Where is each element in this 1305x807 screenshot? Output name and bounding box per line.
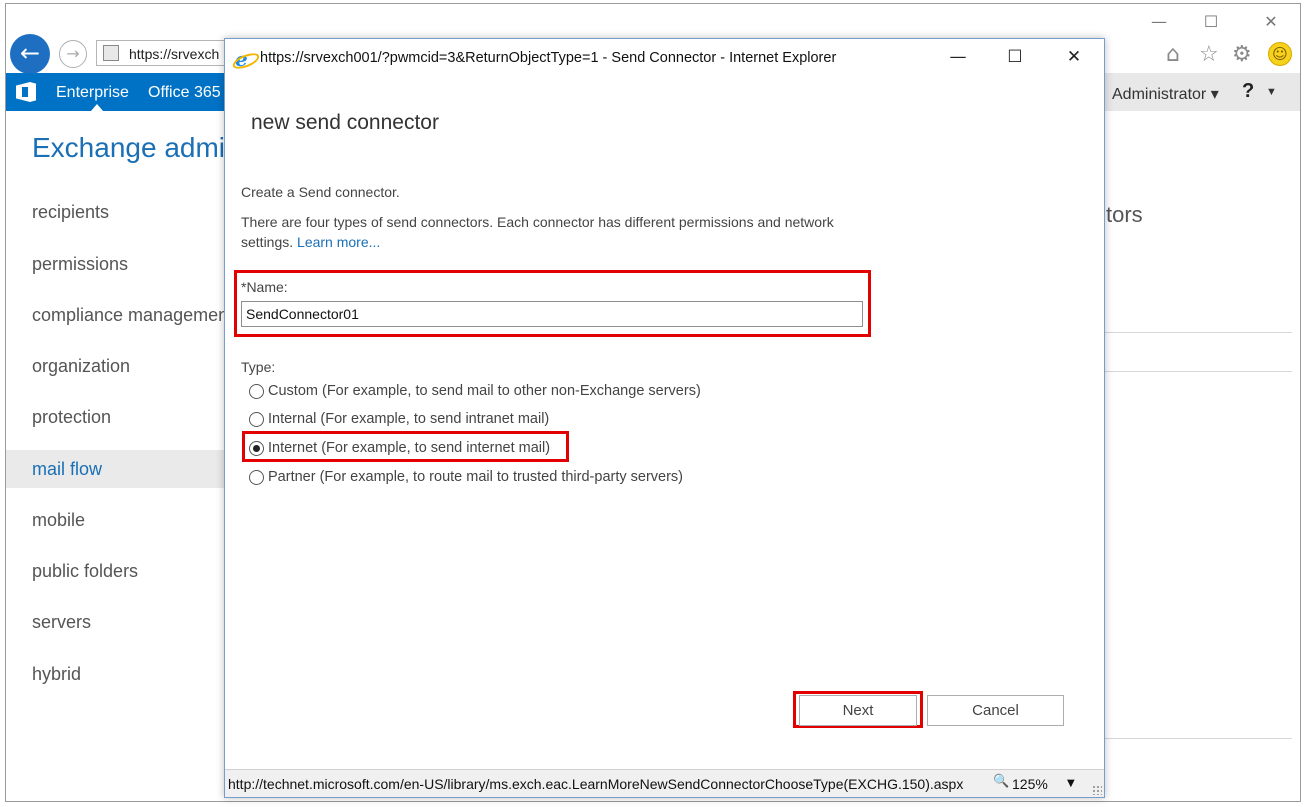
maximize-icon[interactable]: ☐ — [1196, 12, 1226, 31]
nav-item-protection[interactable]: protection — [6, 398, 226, 436]
nav-item-mobile[interactable]: mobile — [6, 501, 226, 539]
user-menu[interactable]: Administrator ▾ — [1112, 84, 1219, 104]
feedback-smiley-icon[interactable]: ☺ — [1268, 42, 1292, 66]
radio-label: Internet (For example, to send internet … — [268, 440, 551, 456]
office-logo-icon[interactable] — [16, 82, 36, 102]
radio-button[interactable] — [249, 384, 264, 399]
popup-titlebar: e https://srvexch001/?pwmcid=3&ReturnObj… — [225, 39, 1104, 77]
description-text: There are four types of send connectors.… — [241, 212, 841, 252]
zoom-level[interactable]: 125% — [1012, 776, 1048, 792]
resize-grip-icon[interactable] — [1092, 785, 1102, 795]
settings-gear-icon[interactable]: ⚙ — [1232, 42, 1252, 67]
nav-item-servers[interactable]: servers — [6, 603, 226, 641]
divider — [1104, 738, 1292, 739]
learn-more-link[interactable]: Learn more... — [297, 234, 380, 250]
suite-link-office365[interactable]: Office 365 — [148, 84, 221, 102]
divider — [1104, 371, 1292, 372]
dialog-heading: new send connector — [251, 111, 439, 134]
type-label: Type: — [241, 359, 276, 375]
minimize-icon[interactable]: — — [1144, 12, 1174, 31]
active-indicator-icon — [91, 104, 103, 111]
name-input[interactable] — [241, 301, 863, 327]
minimize-icon[interactable]: — — [943, 47, 973, 67]
nav-item-recipients[interactable]: recipients — [6, 193, 226, 231]
intro-text: Create a Send connector. — [241, 184, 400, 200]
radio-button-selected[interactable] — [249, 441, 264, 456]
close-icon[interactable]: ✕ — [1256, 12, 1286, 31]
help-menu[interactable]: ? — [1242, 80, 1254, 103]
divider — [1104, 332, 1292, 333]
nav-item-organization[interactable]: organization — [6, 347, 226, 385]
user-name: Administrator — [1112, 86, 1207, 103]
nav-item-hybrid[interactable]: hybrid — [6, 655, 226, 693]
app-title: Exchange admin — [32, 132, 241, 163]
radio-label: Partner (For example, to route mail to t… — [268, 469, 684, 485]
name-label: *Name: — [241, 279, 288, 295]
chevron-down-icon[interactable]: ▼ — [1266, 86, 1277, 98]
popup-window-title: https://srvexch001/?pwmcid=3&ReturnObjec… — [260, 50, 837, 66]
favorites-star-icon[interactable]: ☆ — [1199, 42, 1219, 67]
radio-button[interactable] — [249, 470, 264, 485]
radio-label: Internal (For example, to send intranet … — [268, 411, 550, 427]
page-icon — [103, 45, 119, 61]
back-arrow-icon[interactable]: ← — [10, 34, 50, 74]
radio-label: Custom (For example, to send mail to oth… — [268, 383, 701, 399]
suite-link-enterprise[interactable]: Enterprise — [56, 84, 129, 102]
cancel-button[interactable]: Cancel — [927, 695, 1064, 726]
background-tab-text: tors — [1106, 202, 1143, 227]
user-area: Administrator ▾ ? ▼ — [1104, 73, 1300, 111]
nav-item-compliance-management[interactable]: compliance management — [6, 296, 226, 334]
address-text[interactable]: https://srvexch — [129, 46, 219, 62]
nav-item-mail-flow[interactable]: mail flow — [6, 450, 226, 488]
zoom-magnifier-icon[interactable]: 🔍 — [993, 774, 1009, 789]
status-bar: http://technet.microsoft.com/en-US/libra… — [225, 769, 1104, 797]
nav-item-public-folders[interactable]: public folders — [6, 552, 226, 590]
zoom-dropdown-icon[interactable]: ▼ — [1067, 778, 1075, 789]
maximize-icon[interactable]: ☐ — [1000, 47, 1030, 67]
nav-item-permissions[interactable]: permissions — [6, 245, 226, 283]
address-bar[interactable]: https://srvexch — [96, 40, 236, 66]
internet-explorer-icon: e — [235, 49, 255, 69]
send-connector-popup: e https://srvexch001/?pwmcid=3&ReturnObj… — [224, 38, 1105, 798]
status-url: http://technet.microsoft.com/en-US/libra… — [228, 776, 964, 792]
forward-arrow-icon[interactable]: → — [59, 40, 87, 68]
next-button[interactable]: Next — [799, 695, 917, 726]
home-icon[interactable]: ⌂ — [1166, 42, 1180, 67]
radio-button[interactable] — [249, 412, 264, 427]
close-icon[interactable]: ✕ — [1059, 47, 1089, 67]
